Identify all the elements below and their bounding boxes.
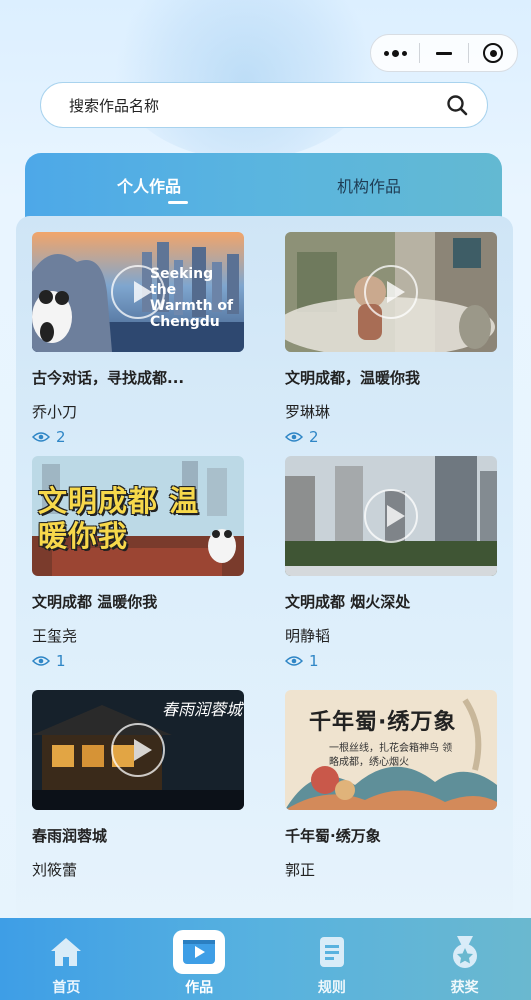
nav-home[interactable]: 首页 bbox=[0, 918, 133, 1000]
work-card[interactable]: 文明成都，温暖你我 罗琳琳 2 bbox=[285, 232, 499, 446]
work-title[interactable]: 千年蜀·绣万象 bbox=[285, 826, 499, 850]
work-thumbnail[interactable]: Seeking the Warmth of Chengdu bbox=[32, 232, 244, 352]
bottom-navigation: 首页 作品 规则 获奖 bbox=[0, 918, 531, 1000]
eye-icon bbox=[32, 432, 50, 442]
nav-label: 规则 bbox=[317, 980, 346, 996]
work-author: 刘筱蕾 bbox=[32, 861, 78, 879]
work-title[interactable]: 文明成都，温暖你我 bbox=[285, 368, 499, 392]
play-icon bbox=[111, 265, 165, 319]
work-author: 郭正 bbox=[285, 861, 316, 879]
work-thumbnail[interactable]: 文明成都 温暖你我 bbox=[32, 456, 244, 576]
eye-icon bbox=[285, 432, 303, 442]
thumbnail-caption: 千年蜀·绣万象 bbox=[309, 710, 457, 735]
home-icon bbox=[40, 930, 92, 974]
work-thumbnail[interactable]: 春雨润蓉城 bbox=[32, 690, 244, 810]
view-count-value: 1 bbox=[309, 652, 319, 670]
medal-icon bbox=[439, 930, 491, 974]
work-title[interactable]: 古今对话，寻找成都... bbox=[32, 368, 246, 392]
background-decoration bbox=[110, 0, 380, 160]
work-author: 明静韬 bbox=[285, 627, 331, 645]
document-icon bbox=[306, 930, 358, 974]
view-count-value: 2 bbox=[56, 428, 66, 446]
work-thumbnail[interactable]: 千年蜀·绣万象 一根丝线，扎花会箱神鸟 领略成都，绣心烟火 bbox=[285, 690, 497, 810]
view-count: 1 bbox=[32, 652, 246, 670]
active-tab-indicator bbox=[168, 201, 188, 204]
work-thumbnail[interactable] bbox=[285, 456, 497, 576]
thumbnail-caption: 文明成都 温暖你我 bbox=[38, 484, 200, 553]
minimize-button[interactable] bbox=[420, 35, 468, 71]
view-count: 2 bbox=[285, 428, 499, 446]
mini-program-capsule bbox=[370, 34, 518, 72]
eye-icon bbox=[285, 656, 303, 666]
work-author: 乔小刀 bbox=[32, 403, 78, 421]
search-icon[interactable] bbox=[445, 93, 469, 117]
play-icon bbox=[111, 723, 165, 777]
more-button[interactable] bbox=[371, 35, 419, 71]
tab-organization-works[interactable]: 机构作品 bbox=[337, 173, 401, 197]
work-card[interactable]: 文明成都 烟火深处 明静韬 1 bbox=[285, 456, 499, 670]
view-count: 1 bbox=[285, 652, 499, 670]
work-card[interactable]: 春雨润蓉城 春雨润蓉城 刘筱蕾 bbox=[32, 690, 246, 880]
work-title[interactable]: 文明成都 温暖你我 bbox=[32, 592, 246, 616]
view-count-value: 1 bbox=[56, 652, 66, 670]
nav-awards[interactable]: 获奖 bbox=[398, 918, 531, 1000]
nav-label: 作品 bbox=[185, 980, 214, 996]
view-count-value: 2 bbox=[309, 428, 319, 446]
tab-personal-works[interactable]: 个人作品 bbox=[117, 173, 181, 197]
work-title[interactable]: 文明成都 烟火深处 bbox=[285, 592, 499, 616]
play-icon bbox=[364, 265, 418, 319]
view-count: 2 bbox=[32, 428, 246, 446]
thumbnail-caption: 春雨润蓉城 bbox=[162, 700, 243, 719]
work-thumbnail[interactable] bbox=[285, 232, 497, 352]
close-target-icon bbox=[483, 43, 503, 63]
works-grid: Seeking the Warmth of Chengdu 古今对话，寻找成都.… bbox=[16, 216, 513, 921]
work-card[interactable]: 千年蜀·绣万象 一根丝线，扎花会箱神鸟 领略成都，绣心烟火 千年蜀·绣万象 郭正 bbox=[285, 690, 499, 880]
nav-label: 首页 bbox=[52, 980, 81, 996]
work-title[interactable]: 春雨润蓉城 bbox=[32, 826, 246, 850]
search-bar[interactable]: 搜索作品名称 bbox=[40, 82, 488, 128]
more-icon bbox=[383, 49, 407, 57]
work-author: 王玺尧 bbox=[32, 627, 78, 645]
work-card[interactable]: Seeking the Warmth of Chengdu 古今对话，寻找成都.… bbox=[32, 232, 246, 446]
work-author: 罗琳琳 bbox=[285, 403, 331, 421]
video-icon bbox=[173, 930, 226, 974]
nav-rules[interactable]: 规则 bbox=[266, 918, 399, 1000]
play-icon bbox=[364, 489, 418, 543]
minimize-icon bbox=[436, 51, 452, 55]
nav-works[interactable]: 作品 bbox=[133, 918, 266, 1000]
eye-icon bbox=[32, 656, 50, 666]
search-input[interactable]: 搜索作品名称 bbox=[69, 95, 445, 116]
work-card[interactable]: 文明成都 温暖你我 文明成都 温暖你我 王玺尧 1 bbox=[32, 456, 246, 670]
thumbnail-subcaption: 一根丝线，扎花会箱神鸟 领略成都，绣心烟火 bbox=[329, 743, 453, 768]
close-button[interactable] bbox=[469, 35, 517, 71]
nav-label: 获奖 bbox=[450, 980, 479, 996]
